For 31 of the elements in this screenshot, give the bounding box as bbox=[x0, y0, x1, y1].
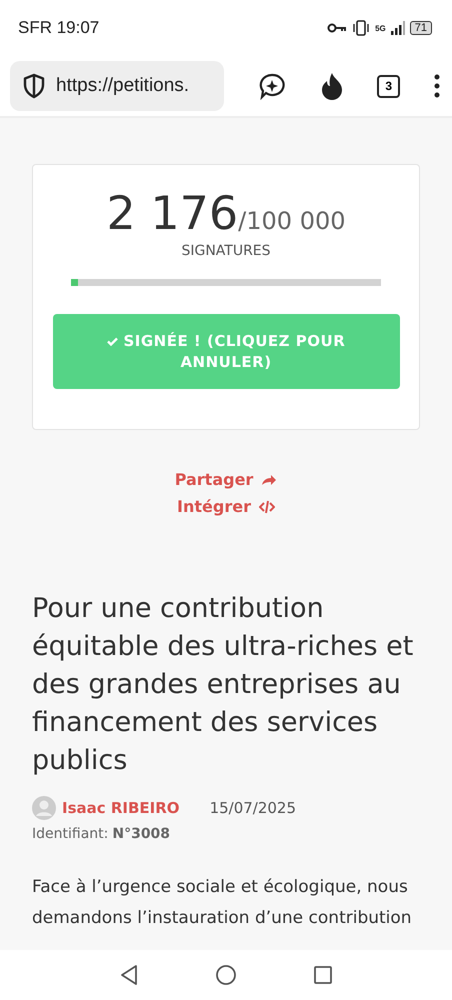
more-icon[interactable] bbox=[434, 74, 440, 98]
embed-link[interactable]: Intégrer bbox=[177, 497, 275, 516]
avatar-icon bbox=[32, 796, 56, 820]
share-arrow-icon bbox=[261, 474, 278, 486]
tab-count-button[interactable]: 3 bbox=[377, 74, 400, 98]
key-icon bbox=[327, 23, 348, 33]
author-link[interactable]: Isaac RIBEIRO bbox=[62, 799, 180, 817]
id-value: N°3008 bbox=[112, 826, 170, 842]
shield-icon bbox=[22, 73, 46, 99]
check-icon bbox=[106, 336, 118, 346]
petition-date: 15/07/2025 bbox=[210, 799, 296, 817]
battery-indicator: 71 bbox=[410, 21, 432, 35]
address-bar[interactable]: https://petitions. bbox=[10, 61, 224, 111]
sign-button[interactable]: SIGNÉE ! (CLIQUEZ POUR ANNULER) bbox=[52, 314, 400, 389]
recents-icon[interactable] bbox=[314, 966, 332, 984]
signal-icon bbox=[390, 21, 405, 35]
chat-sparkle-icon[interactable] bbox=[258, 72, 286, 100]
code-icon bbox=[258, 500, 275, 514]
back-icon[interactable] bbox=[120, 965, 138, 985]
petition-title: Pour une contribution équitable des ultra-riches et des grandes entreprises au financement des services publics bbox=[32, 592, 414, 778]
signature-goal: /100 000 bbox=[238, 207, 346, 235]
flame-icon[interactable] bbox=[320, 72, 344, 100]
id-label: Identifiant: bbox=[32, 826, 108, 842]
share-link[interactable]: Partager bbox=[174, 470, 278, 489]
home-icon[interactable] bbox=[216, 965, 236, 985]
network-label: 5G bbox=[375, 24, 386, 32]
vibrate-icon bbox=[352, 20, 370, 36]
signatures-label: SIGNATURES bbox=[181, 243, 271, 259]
status-time: SFR 19:07 bbox=[18, 18, 100, 38]
petition-body: Face à l’urgence sociale et écologique, nous demandons l’instauration d’une contribution bbox=[32, 876, 413, 930]
signature-count: 2 176 bbox=[106, 187, 238, 239]
